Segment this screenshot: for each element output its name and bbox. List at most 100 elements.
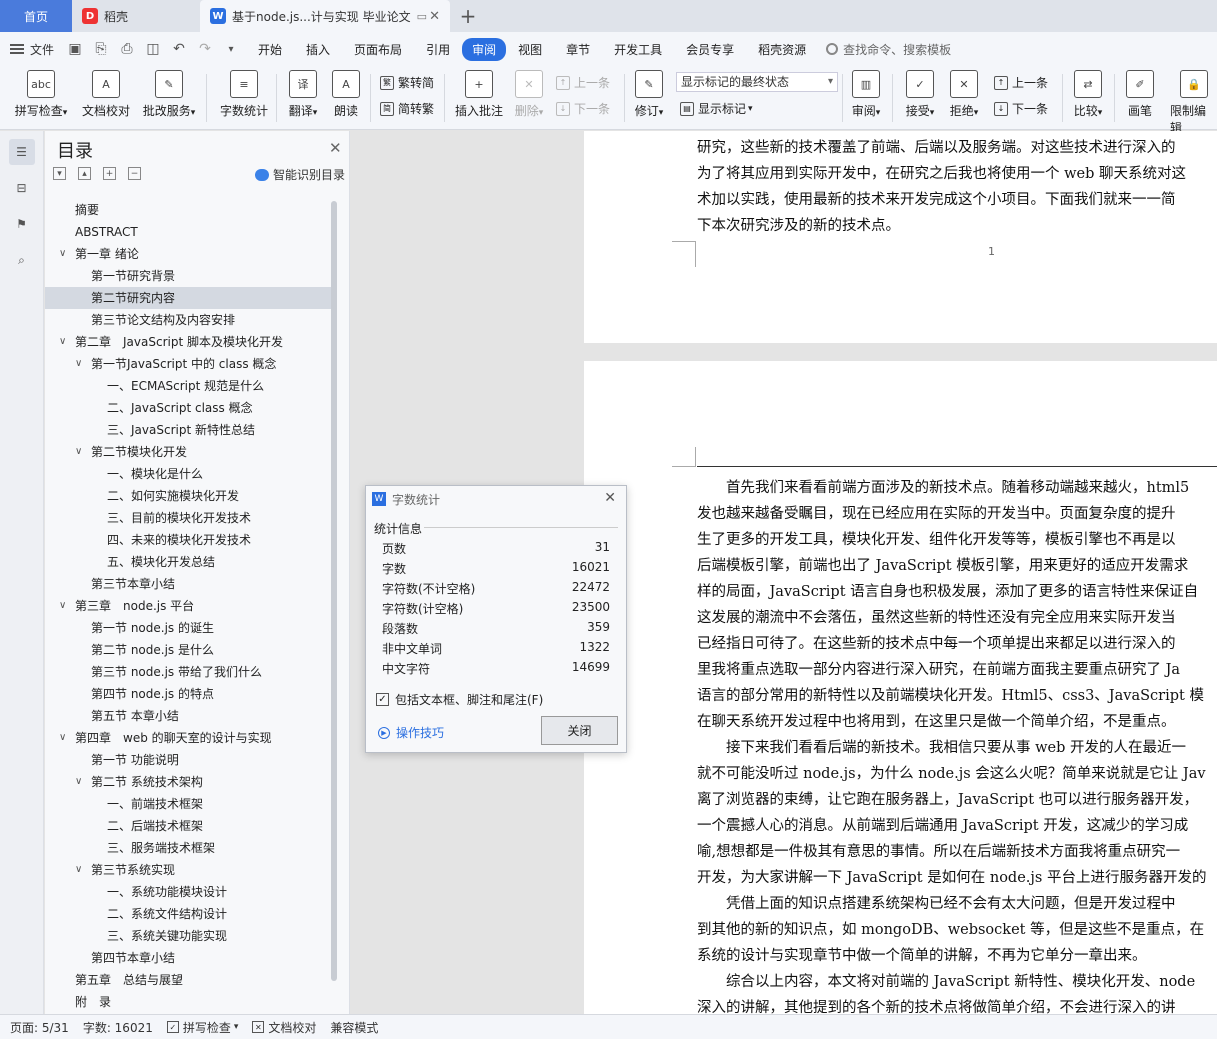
reject-button[interactable]: ✕ 拒绝▾: [946, 70, 982, 119]
chevron-down-icon[interactable]: ∨: [59, 727, 66, 749]
toc-item[interactable]: 第四节 node.js 的特点: [45, 683, 335, 705]
preview-icon[interactable]: ◫: [142, 38, 164, 60]
toc-item[interactable]: 第一节 功能说明: [45, 749, 335, 771]
print-icon[interactable]: ⎙: [116, 38, 138, 60]
word-count-button[interactable]: ≡ 字数统计: [218, 70, 270, 119]
document-page[interactable]: 首先我们来看看前端方面涉及的新技术点。随着移动端越来越火，html5 发也越来越备…: [584, 361, 1217, 1014]
toc-item[interactable]: 一、系统功能模块设计: [45, 881, 335, 903]
show-markup-button[interactable]: ▤ 显示标记 ▾: [680, 100, 753, 117]
menu-view[interactable]: 视图: [506, 41, 554, 58]
toc-item[interactable]: 第五章 总结与展望: [45, 969, 335, 991]
collapse-icon[interactable]: ▾: [53, 167, 66, 180]
new-tab-button[interactable]: +: [450, 0, 486, 32]
toc-item[interactable]: 第二节 node.js 是什么: [45, 639, 335, 661]
toc-item[interactable]: 三、目前的模块化开发技术: [45, 507, 335, 529]
status-spellcheck[interactable]: ✓ 拼写检查 ▾: [166, 1019, 238, 1036]
toc-item[interactable]: 三、JavaScript 新特性总结: [45, 419, 335, 441]
more-icon[interactable]: ▾: [220, 38, 242, 60]
toc-item[interactable]: 第三节论文结构及内容安排: [45, 309, 335, 331]
tips-link[interactable]: ▶ 操作技巧: [378, 724, 444, 741]
add-icon[interactable]: +: [103, 167, 116, 180]
bookmark-icon[interactable]: ⚑: [9, 211, 35, 237]
toc-panel-icon[interactable]: ☰: [8, 139, 35, 165]
trad-to-simp-button[interactable]: 繁繁转简: [380, 74, 434, 91]
chevron-down-icon[interactable]: ∨: [59, 331, 66, 353]
toc-scrollbar[interactable]: [331, 201, 337, 981]
expand-icon[interactable]: ▴: [78, 167, 91, 180]
toc-item[interactable]: 一、ECMAScript 规范是什么: [45, 375, 335, 397]
close-icon[interactable]: ✕: [329, 139, 342, 157]
toc-item[interactable]: ∨ 第三章 node.js 平台: [45, 595, 335, 617]
toc-item[interactable]: ABSTRACT: [45, 221, 335, 243]
toc-item[interactable]: 第五节 本章小结: [45, 705, 335, 727]
toc-item[interactable]: 二、系统文件结构设计: [45, 903, 335, 925]
undo-icon[interactable]: ↶: [168, 38, 190, 60]
next-comment-button[interactable]: ↓ 下一条: [556, 100, 610, 117]
simp-to-trad-button[interactable]: 简简转繁: [380, 100, 434, 117]
tab-home[interactable]: 首页: [0, 0, 72, 32]
toc-item[interactable]: ∨ 第一章 绪论: [45, 243, 335, 265]
menu-member[interactable]: 会员专享: [674, 41, 746, 58]
toc-item[interactable]: 摘要: [45, 199, 335, 221]
toc-item[interactable]: 三、系统关键功能实现: [45, 925, 335, 947]
toc-item[interactable]: ∨ 第三节系统实现: [45, 859, 335, 881]
tab-document[interactable]: W 基于node.js...计与实现 毕业论文 ▭ ✕: [200, 0, 450, 32]
markup-mode-select[interactable]: 显示标记的最终状态: [676, 72, 838, 92]
menu-developer[interactable]: 开发工具: [602, 41, 674, 58]
toc-item[interactable]: 第三节本章小结: [45, 573, 335, 595]
menu-review[interactable]: 审阅: [462, 37, 507, 61]
toc-item[interactable]: 第四节本章小结: [45, 947, 335, 969]
search-panel-icon[interactable]: ⌕: [9, 247, 35, 273]
toc-item[interactable]: ∨ 第四章 web 的聊天室的设计与实现: [45, 727, 335, 749]
toc-item[interactable]: 五、模块化开发总结: [45, 551, 335, 573]
document-page[interactable]: 研究，这些新的技术覆盖了前端、后端以及服务端。对这些技术进行深入的 为了将其应用到…: [584, 131, 1217, 343]
next-change-button[interactable]: ↓ 下一条: [994, 100, 1048, 117]
translate-button[interactable]: 译 翻译▾: [286, 70, 320, 119]
include-textbox-checkbox[interactable]: ✓ 包括文本框、脚注和尾注(F): [376, 691, 543, 708]
close-button[interactable]: 关闭: [541, 716, 618, 745]
menu-insert[interactable]: 插入: [294, 41, 342, 58]
doc-check-button[interactable]: A 文档校对: [80, 70, 132, 119]
toc-item[interactable]: 一、前端技术框架: [45, 793, 335, 815]
menu-daoke-resources[interactable]: 稻壳资源: [746, 41, 818, 58]
chevron-down-icon[interactable]: ∨: [59, 243, 66, 265]
toc-item[interactable]: 第三节 node.js 带给了我们什么: [45, 661, 335, 683]
screen-icon[interactable]: ▭: [417, 10, 427, 23]
prev-comment-button[interactable]: ↑ 上一条: [556, 74, 610, 91]
toc-item[interactable]: ∨ 第二节 系统技术架构: [45, 771, 335, 793]
toc-item[interactable]: 第一节研究背景: [45, 265, 335, 287]
toc-item[interactable]: 三、服务端技术框架: [45, 837, 335, 859]
page-indicator[interactable]: 页面: 5/31: [10, 1019, 69, 1036]
close-icon[interactable]: ✕: [604, 490, 616, 506]
accept-button[interactable]: ✓ 接受▾: [902, 70, 938, 119]
close-icon[interactable]: ✕: [429, 9, 440, 24]
review-pane-button[interactable]: ▥ 审阅▾: [848, 70, 884, 119]
chevron-down-icon[interactable]: ∨: [75, 353, 82, 375]
chevron-down-icon[interactable]: ∨: [75, 441, 82, 463]
status-doccheck[interactable]: ✕ 文档校对: [252, 1019, 316, 1036]
smart-toc-button[interactable]: 智能识别目录: [255, 166, 345, 183]
toc-item[interactable]: 二、后端技术框架: [45, 815, 335, 837]
toc-item[interactable]: 一、模块化是什么: [45, 463, 335, 485]
chapter-nav-icon[interactable]: ⊟: [9, 175, 35, 201]
toc-item[interactable]: 第一节 node.js 的诞生: [45, 617, 335, 639]
toc-item[interactable]: 附 录: [45, 991, 335, 1013]
tab-daoke[interactable]: D 稻壳: [72, 0, 200, 32]
file-menu[interactable]: 文件: [10, 41, 54, 58]
remove-icon[interactable]: −: [128, 167, 141, 180]
export-icon[interactable]: ⎘: [90, 38, 112, 60]
word-count-indicator[interactable]: 字数: 16021: [83, 1019, 153, 1036]
restrict-editing-button[interactable]: 🔒 限制编辑: [1170, 70, 1217, 136]
toc-item[interactable]: ∨ 第二章 JavaScript 脚本及模块化开发: [45, 331, 335, 353]
track-changes-button[interactable]: ✎ 修订▾: [632, 70, 666, 119]
toc-item[interactable]: ∨ 第一节JavaScript 中的 class 概念: [45, 353, 335, 375]
batch-service-button[interactable]: ✎ 批改服务▾: [140, 70, 198, 119]
toc-item[interactable]: 二、如何实施模块化开发: [45, 485, 335, 507]
command-search[interactable]: 查找命令、搜索模板: [826, 41, 951, 58]
prev-change-button[interactable]: ↑ 上一条: [994, 74, 1048, 91]
chevron-down-icon[interactable]: ∨: [75, 859, 82, 881]
toc-item[interactable]: 第二节研究内容: [45, 287, 335, 309]
chevron-down-icon[interactable]: ∨: [75, 771, 82, 793]
compare-button[interactable]: ⇄ 比较▾: [1070, 70, 1106, 119]
toc-item[interactable]: 四、未来的模块化开发技术: [45, 529, 335, 551]
